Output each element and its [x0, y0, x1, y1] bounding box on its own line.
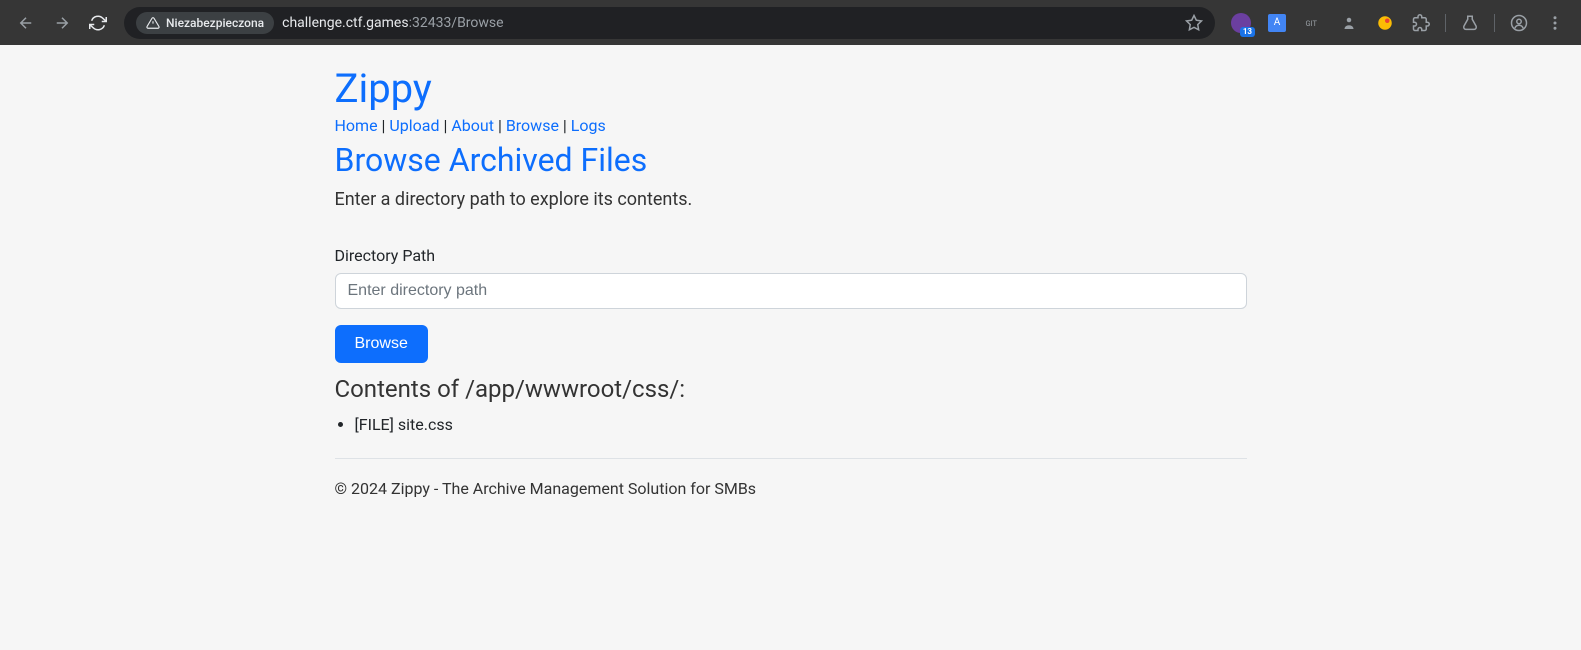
list-item: [FILE] site.css [355, 415, 1247, 434]
menu-icon[interactable] [1543, 11, 1567, 35]
directory-path-input[interactable] [335, 273, 1247, 309]
url-path: :32433/Browse [409, 15, 504, 31]
extension-icon[interactable] [1373, 11, 1397, 35]
extension-icon[interactable] [1337, 11, 1361, 35]
directory-path-label: Directory Path [335, 246, 1247, 265]
nav-logs[interactable]: Logs [571, 116, 606, 135]
url-host: challenge.ctf.games [282, 15, 408, 31]
nav-upload[interactable]: Upload [389, 116, 439, 135]
extension-badge: 13 [1240, 27, 1255, 37]
extension-icon[interactable]: GIT [1301, 11, 1325, 35]
nav-about[interactable]: About [451, 116, 494, 135]
contents-heading: Contents of /app/wwwroot/css/: [335, 375, 1247, 403]
toolbar-extensions: 13 A GIT [1223, 11, 1573, 35]
security-chip[interactable]: Niezabezpieczona [136, 12, 274, 34]
page-description: Enter a directory path to explore its co… [335, 189, 1247, 210]
back-button[interactable] [12, 9, 40, 37]
labs-icon[interactable] [1458, 11, 1482, 35]
file-list: [FILE] site.css [335, 415, 1247, 434]
separator [1494, 14, 1495, 32]
svg-text:GIT: GIT [1306, 19, 1318, 28]
browse-button[interactable]: Browse [335, 325, 428, 363]
divider [335, 458, 1247, 459]
site-title: Zippy [335, 65, 1247, 112]
nav-home[interactable]: Home [335, 116, 378, 135]
page-heading: Browse Archived Files [335, 141, 1247, 179]
bookmark-star-icon[interactable] [1185, 14, 1203, 32]
footer-text: © 2024 Zippy - The Archive Management So… [335, 479, 1247, 498]
extension-icon[interactable]: 13 [1229, 11, 1253, 35]
forward-button[interactable] [48, 9, 76, 37]
security-label: Niezabezpieczona [166, 16, 264, 30]
browser-toolbar: Niezabezpieczona challenge.ctf.games:324… [0, 0, 1581, 45]
extensions-icon[interactable] [1409, 11, 1433, 35]
nav-browse[interactable]: Browse [506, 116, 559, 135]
page-content: Zippy Home | Upload | About | Browse | L… [335, 45, 1247, 518]
address-bar[interactable]: Niezabezpieczona challenge.ctf.games:324… [124, 7, 1215, 39]
separator [1445, 14, 1446, 32]
nav-links: Home | Upload | About | Browse | Logs [335, 116, 1247, 135]
profile-icon[interactable] [1507, 11, 1531, 35]
extension-icon[interactable]: A [1265, 11, 1289, 35]
url-text: challenge.ctf.games:32433/Browse [282, 15, 503, 31]
reload-button[interactable] [84, 9, 112, 37]
warning-icon [146, 16, 160, 30]
